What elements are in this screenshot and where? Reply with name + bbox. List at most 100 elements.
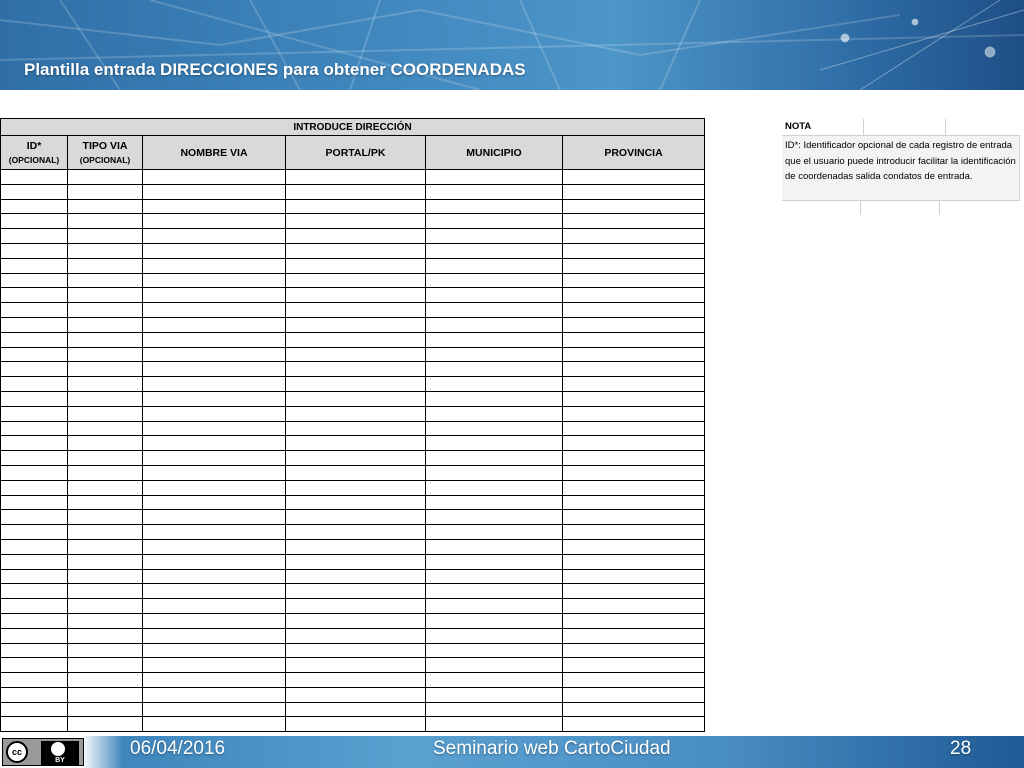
table-cell[interactable]	[562, 376, 705, 392]
table-cell[interactable]	[0, 376, 68, 392]
table-cell[interactable]	[562, 361, 705, 378]
table-cell[interactable]	[0, 568, 68, 585]
table-cell[interactable]	[285, 509, 426, 526]
table-cell[interactable]	[285, 642, 426, 659]
table-cell[interactable]	[285, 376, 426, 392]
table-cell[interactable]	[562, 672, 705, 688]
table-cell[interactable]	[285, 479, 426, 496]
table-cell[interactable]	[0, 538, 68, 555]
table-cell[interactable]	[285, 287, 426, 304]
table-cell[interactable]	[142, 538, 286, 555]
table-cell[interactable]	[0, 390, 68, 407]
table-cell[interactable]	[142, 183, 286, 200]
table-cell[interactable]	[67, 228, 143, 244]
table-cell[interactable]	[562, 228, 705, 244]
table-cell[interactable]	[142, 272, 286, 289]
table-cell[interactable]	[142, 494, 286, 511]
table-cell[interactable]	[0, 316, 68, 333]
table-cell[interactable]	[67, 169, 143, 185]
table-cell[interactable]	[562, 450, 705, 466]
table-cell[interactable]	[142, 331, 286, 348]
table-cell[interactable]	[285, 524, 426, 540]
table-cell[interactable]	[425, 213, 563, 230]
table-cell[interactable]	[285, 464, 426, 481]
table-cell[interactable]	[562, 257, 705, 274]
table-cell[interactable]	[142, 361, 286, 378]
table-cell[interactable]	[425, 450, 563, 466]
table-cell[interactable]	[0, 272, 68, 289]
table-cell[interactable]	[562, 242, 705, 259]
table-cell[interactable]	[562, 390, 705, 407]
table-cell[interactable]	[285, 272, 426, 289]
table-cell[interactable]	[425, 583, 563, 600]
table-cell[interactable]	[142, 583, 286, 600]
table-cell[interactable]	[425, 183, 563, 200]
table-cell[interactable]	[142, 213, 286, 230]
table-cell[interactable]	[562, 272, 705, 289]
table-cell[interactable]	[562, 568, 705, 585]
table-cell[interactable]	[425, 405, 563, 422]
table-cell[interactable]	[67, 376, 143, 392]
table-cell[interactable]	[562, 494, 705, 511]
table-cell[interactable]	[425, 302, 563, 318]
table-cell[interactable]	[0, 257, 68, 274]
table-cell[interactable]	[0, 553, 68, 570]
table-cell[interactable]	[67, 198, 143, 215]
table-cell[interactable]	[285, 169, 426, 185]
table-cell[interactable]	[67, 627, 143, 644]
table-cell[interactable]	[142, 450, 286, 466]
table-cell[interactable]	[425, 376, 563, 392]
table-cell[interactable]	[0, 435, 68, 452]
table-cell[interactable]	[285, 686, 426, 703]
table-cell[interactable]	[285, 435, 426, 452]
table-cell[interactable]	[562, 316, 705, 333]
table-cell[interactable]	[67, 213, 143, 230]
table-cell[interactable]	[285, 568, 426, 585]
table-cell[interactable]	[562, 302, 705, 318]
table-cell[interactable]	[142, 524, 286, 540]
table-cell[interactable]	[285, 701, 426, 718]
table-cell[interactable]	[142, 228, 286, 244]
table-cell[interactable]	[67, 242, 143, 259]
table-cell[interactable]	[142, 242, 286, 259]
table-cell[interactable]	[425, 553, 563, 570]
table-cell[interactable]	[142, 302, 286, 318]
table-cell[interactable]	[285, 213, 426, 230]
table-cell[interactable]	[142, 672, 286, 688]
table-cell[interactable]	[67, 183, 143, 200]
table-cell[interactable]	[285, 361, 426, 378]
table-cell[interactable]	[562, 627, 705, 644]
table-cell[interactable]	[142, 568, 286, 585]
table-cell[interactable]	[285, 316, 426, 333]
table-cell[interactable]	[425, 479, 563, 496]
table-cell[interactable]	[425, 242, 563, 259]
table-cell[interactable]	[142, 479, 286, 496]
table-cell[interactable]	[142, 509, 286, 526]
table-cell[interactable]	[285, 346, 426, 363]
table-cell[interactable]	[0, 583, 68, 600]
table-cell[interactable]	[562, 553, 705, 570]
table-cell[interactable]	[562, 538, 705, 555]
table-cell[interactable]	[425, 716, 563, 733]
table-cell[interactable]	[67, 612, 143, 629]
table-cell[interactable]	[425, 316, 563, 333]
table-cell[interactable]	[562, 524, 705, 540]
table-cell[interactable]	[562, 287, 705, 304]
table-cell[interactable]	[425, 287, 563, 304]
table-cell[interactable]	[562, 686, 705, 703]
table-cell[interactable]	[285, 228, 426, 244]
table-cell[interactable]	[425, 509, 563, 526]
table-cell[interactable]	[562, 701, 705, 718]
table-cell[interactable]	[67, 494, 143, 511]
table-cell[interactable]	[67, 390, 143, 407]
table-cell[interactable]	[425, 494, 563, 511]
table-cell[interactable]	[562, 346, 705, 363]
table-cell[interactable]	[562, 405, 705, 422]
table-cell[interactable]	[142, 701, 286, 718]
table-cell[interactable]	[142, 316, 286, 333]
table-cell[interactable]	[67, 331, 143, 348]
table-cell[interactable]	[285, 672, 426, 688]
table-cell[interactable]	[67, 553, 143, 570]
table-cell[interactable]	[285, 257, 426, 274]
table-cell[interactable]	[142, 169, 286, 185]
